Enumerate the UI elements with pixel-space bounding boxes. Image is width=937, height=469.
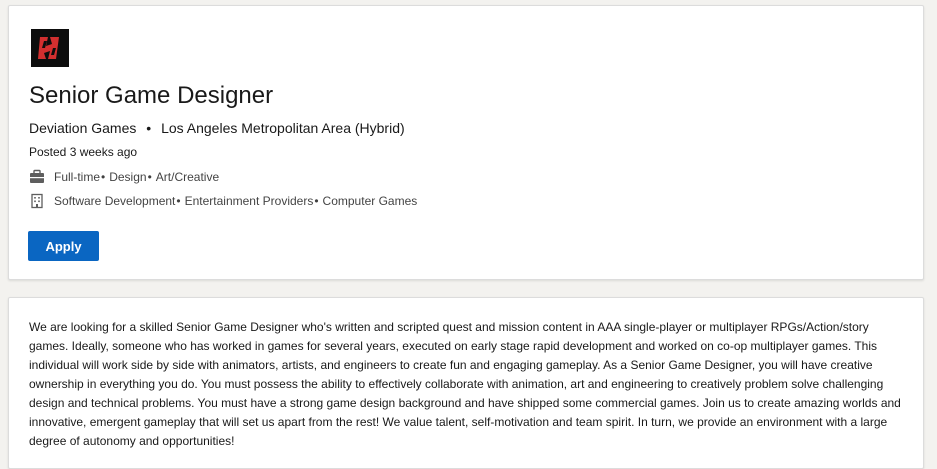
job-function: Design — [109, 170, 147, 184]
employment-type: Full-time — [54, 170, 101, 184]
job-description-text: We are looking for a skilled Senior Game… — [29, 320, 901, 448]
job-function: Art/Creative — [155, 170, 220, 184]
building-icon — [29, 193, 45, 209]
industry-label: Entertainment Providers — [184, 194, 314, 208]
posted-date: Posted 3 weeks ago — [29, 145, 138, 159]
separator-dot: • — [176, 194, 181, 208]
company-location-line: Deviation Games • Los Angeles Metropolit… — [29, 120, 405, 136]
job-header-card: Senior Game Designer Deviation Games • L… — [8, 5, 924, 280]
company-logo-icon[interactable] — [31, 29, 69, 67]
job-location: Los Angeles Metropolitan Area (Hybrid) — [161, 120, 405, 136]
company-name-link[interactable]: Deviation Games — [29, 120, 136, 136]
separator-dot: • — [147, 170, 152, 184]
industry-label: Computer Games — [322, 194, 418, 208]
job-title: Senior Game Designer — [29, 82, 274, 109]
briefcase-icon — [29, 169, 45, 185]
industry-insight: Software Development • Entertainment Pro… — [29, 192, 417, 210]
job-type-insight: Full-time • Design • Art/Creative — [29, 168, 219, 186]
job-description-card: We are looking for a skilled Senior Game… — [8, 297, 924, 469]
separator-dot: • — [146, 120, 152, 136]
separator-dot: • — [101, 170, 106, 184]
industry-label: Software Development — [54, 194, 176, 208]
apply-button[interactable]: Apply — [28, 231, 99, 261]
separator-dot: • — [314, 194, 319, 208]
